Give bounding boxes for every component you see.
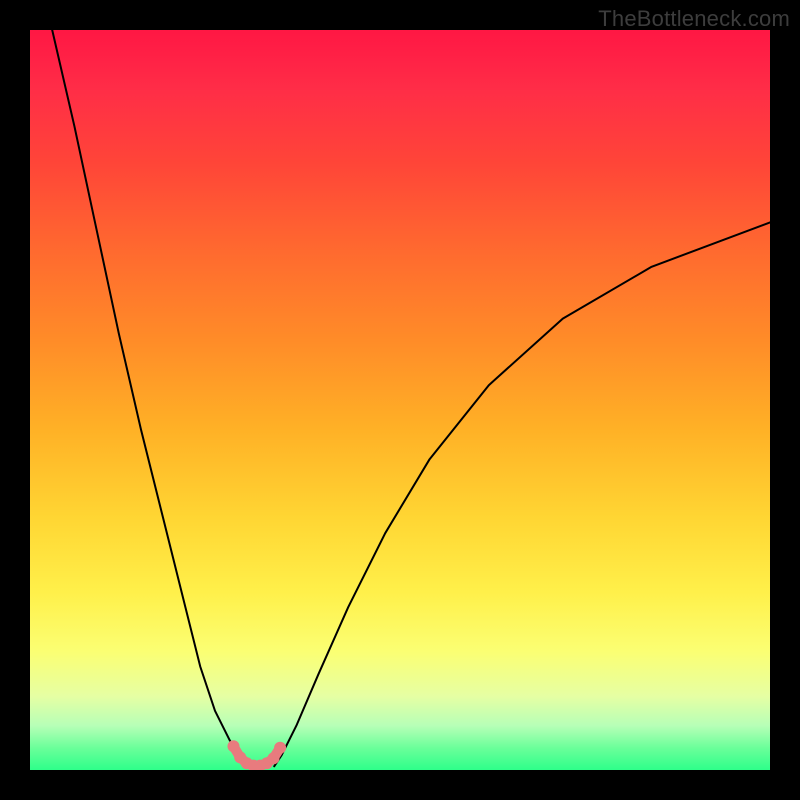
chart-frame: TheBottleneck.com [0, 0, 800, 800]
curve-right-branch [274, 222, 770, 766]
bottleneck-marker-dots [228, 740, 287, 770]
bottleneck-marker-dot [228, 740, 240, 752]
watermark-text: TheBottleneck.com [598, 6, 790, 32]
curve-left-branch [52, 30, 248, 766]
overlay-svg [30, 30, 770, 770]
bottleneck-marker-dot [274, 742, 286, 754]
bottleneck-marker-dot [268, 752, 280, 764]
plot-area [30, 30, 770, 770]
